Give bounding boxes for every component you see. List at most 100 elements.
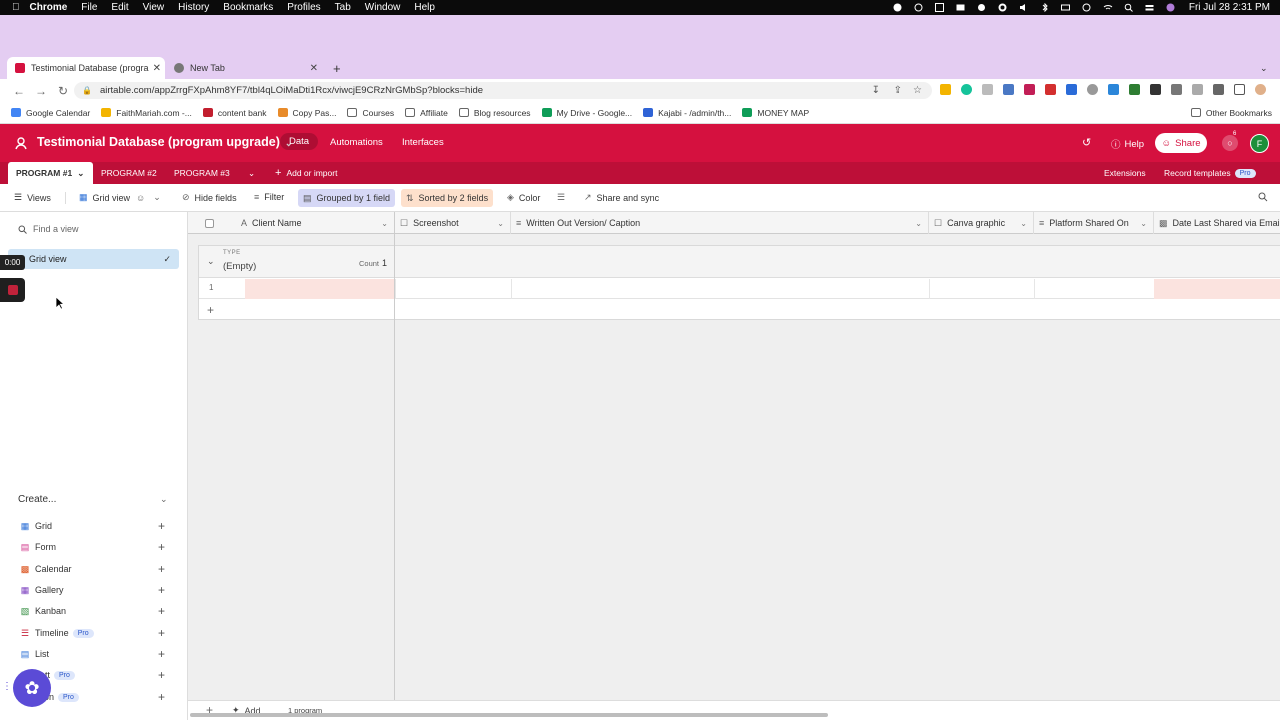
notifications-bell-icon[interactable]: ○: [1222, 135, 1238, 151]
create-timeline-view[interactable]: ☰ Timeline Pro +: [20, 626, 170, 640]
lock-icon[interactable]: 🔒: [82, 86, 92, 95]
photo-icon[interactable]: [956, 3, 966, 12]
extensions-button[interactable]: Extensions: [1104, 162, 1146, 184]
group-header[interactable]: ⌄ TYPE (Empty) Count 1: [199, 246, 1280, 278]
bookmark-folder[interactable]: Courses: [347, 108, 394, 118]
moon-icon[interactable]: [977, 3, 987, 12]
grid-view-switcher[interactable]: ▦ Grid view ☺ ⌄: [79, 192, 161, 203]
record-templates-button[interactable]: Record templates Pro: [1164, 162, 1256, 184]
view-item-grid-view[interactable]: Grid view ✓: [8, 249, 179, 269]
base-title[interactable]: Testimonial Database (program upgrade) ⌄: [37, 135, 292, 149]
bookmark-item[interactable]: Google Calendar: [11, 108, 90, 118]
share-page-icon[interactable]: ⇪: [894, 85, 902, 96]
bookmark-item[interactable]: My Drive - Google...: [541, 108, 632, 118]
chevron-down-icon[interactable]: ⌄: [1020, 219, 1027, 228]
wifi-icon[interactable]: [1103, 3, 1113, 12]
download-extension-icon[interactable]: [1108, 84, 1119, 95]
search-icon[interactable]: [1124, 3, 1134, 12]
menu-bookmarks[interactable]: Bookmarks: [223, 2, 273, 13]
column-header-client-name[interactable]: A Client Name ⌄: [236, 212, 395, 234]
back-arrow-icon[interactable]: ←: [8, 84, 30, 98]
extension-icon[interactable]: [1087, 84, 1098, 95]
recording-stop-button[interactable]: [0, 278, 25, 302]
battery-icon[interactable]: [1060, 3, 1071, 12]
collapse-group-chevron-icon[interactable]: ⌄: [207, 256, 215, 267]
row-height-icon[interactable]: ☰: [557, 192, 570, 203]
plus-icon[interactable]: +: [158, 519, 165, 533]
horizontal-scrollbar[interactable]: [190, 713, 828, 717]
close-tab-icon[interactable]: ✕: [153, 63, 161, 74]
add-record-button[interactable]: +: [207, 303, 214, 317]
menu-view[interactable]: View: [143, 2, 165, 13]
plus-icon[interactable]: +: [158, 690, 165, 704]
search-icon[interactable]: [1258, 192, 1268, 202]
table-row[interactable]: 1: [199, 279, 1280, 299]
checkbox[interactable]: [205, 218, 214, 228]
bluetooth-icon[interactable]: [1040, 3, 1050, 12]
extension-icon[interactable]: [1171, 84, 1182, 95]
plus-icon[interactable]: +: [158, 668, 165, 682]
table-tab-program-3[interactable]: PROGRAM #3: [174, 162, 230, 184]
create-form-view[interactable]: ▤ Form +: [20, 540, 170, 554]
bookmark-star-icon[interactable]: ☆: [913, 85, 922, 96]
plus-icon[interactable]: +: [158, 626, 165, 640]
text-icon[interactable]: [935, 3, 945, 12]
select-all-checkbox[interactable]: [188, 212, 236, 234]
other-bookmarks[interactable]: Other Bookmarks: [1190, 108, 1272, 118]
menu-edit[interactable]: Edit: [111, 2, 128, 13]
extension-icon[interactable]: [1024, 84, 1035, 95]
sidebar-icon[interactable]: [1234, 84, 1245, 95]
extension-icon[interactable]: [1045, 84, 1056, 95]
download-icon[interactable]: ↧: [872, 85, 880, 96]
bookmark-item[interactable]: Copy Pas...: [277, 108, 336, 118]
sort-button[interactable]: ⇅ Sorted by 2 fields: [401, 189, 494, 207]
date-last-shared-cell[interactable]: [1154, 279, 1280, 299]
share-button[interactable]: ☺ Share: [1155, 133, 1207, 153]
views-toggle-button[interactable]: ☰ Views: [14, 192, 51, 203]
extension-icon[interactable]: [1192, 84, 1203, 95]
help-button[interactable]: ⓘ Help: [1111, 137, 1144, 152]
bookmark-folder[interactable]: Affiliate: [405, 108, 448, 118]
plus-icon[interactable]: +: [158, 604, 165, 618]
extension-icon[interactable]: [1003, 84, 1014, 95]
column-header-caption[interactable]: ≡ Written Out Version/ Caption ⌄: [511, 212, 929, 234]
nav-automations[interactable]: Automations: [330, 137, 383, 148]
reload-icon[interactable]: ↻: [52, 84, 74, 98]
history-icon[interactable]: ↺: [1082, 136, 1091, 149]
profile-avatar[interactable]: [1255, 84, 1266, 95]
extension-icon[interactable]: [1150, 84, 1161, 95]
chevron-down-icon[interactable]: ⌄: [381, 219, 388, 228]
bookmark-folder[interactable]: Blog resources: [458, 108, 531, 118]
group-button[interactable]: ▤ Grouped by 1 field: [298, 189, 396, 207]
bookmark-item[interactable]: FaithMariah.com -...: [101, 108, 192, 118]
plus-icon[interactable]: +: [158, 647, 165, 661]
plus-icon[interactable]: +: [158, 562, 165, 576]
bookmark-item[interactable]: MONEY MAP: [742, 108, 809, 118]
create-grid-view[interactable]: ▦ Grid +: [20, 519, 170, 533]
column-header-platform[interactable]: ≡ Platform Shared On ⌄: [1034, 212, 1154, 234]
user-avatar[interactable]: F: [1250, 134, 1269, 153]
chevron-down-icon[interactable]: ⌄: [915, 219, 922, 228]
address-bar[interactable]: 🔒 airtable.com/appZrrgFXpAhm8YF7/tbl4qLO…: [74, 82, 932, 99]
extension-icon[interactable]: [1066, 84, 1077, 95]
tab-search-chevron-icon[interactable]: ⌄: [1260, 57, 1268, 79]
column-header-screenshot[interactable]: ☐ Screenshot ⌄: [395, 212, 511, 234]
nav-data[interactable]: Data: [280, 133, 319, 150]
frozen-column-divider[interactable]: [394, 212, 395, 700]
add-or-import-button[interactable]: + Add or import: [275, 162, 337, 184]
chevron-down-icon[interactable]: ⌄: [1140, 219, 1147, 228]
plus-icon[interactable]: +: [158, 583, 165, 597]
volume-icon[interactable]: [1019, 3, 1029, 12]
menu-file[interactable]: File: [81, 2, 97, 13]
plus-icon[interactable]: +: [158, 540, 165, 554]
find-view-input[interactable]: Find a view: [18, 224, 79, 234]
chevron-down-icon[interactable]: ⌄: [497, 219, 504, 228]
browser-tab[interactable]: New Tab ✕: [166, 57, 322, 79]
close-tab-icon[interactable]: ✕: [310, 63, 318, 74]
table-tab-program-1[interactable]: PROGRAM #1 ⌄: [8, 162, 94, 184]
bookmark-item[interactable]: content bank: [202, 108, 267, 118]
forward-arrow-icon[interactable]: →: [30, 84, 52, 98]
menu-window[interactable]: Window: [365, 2, 401, 13]
color-button[interactable]: ◈ Color: [507, 192, 540, 203]
grammarly-extension-icon[interactable]: [961, 84, 972, 95]
